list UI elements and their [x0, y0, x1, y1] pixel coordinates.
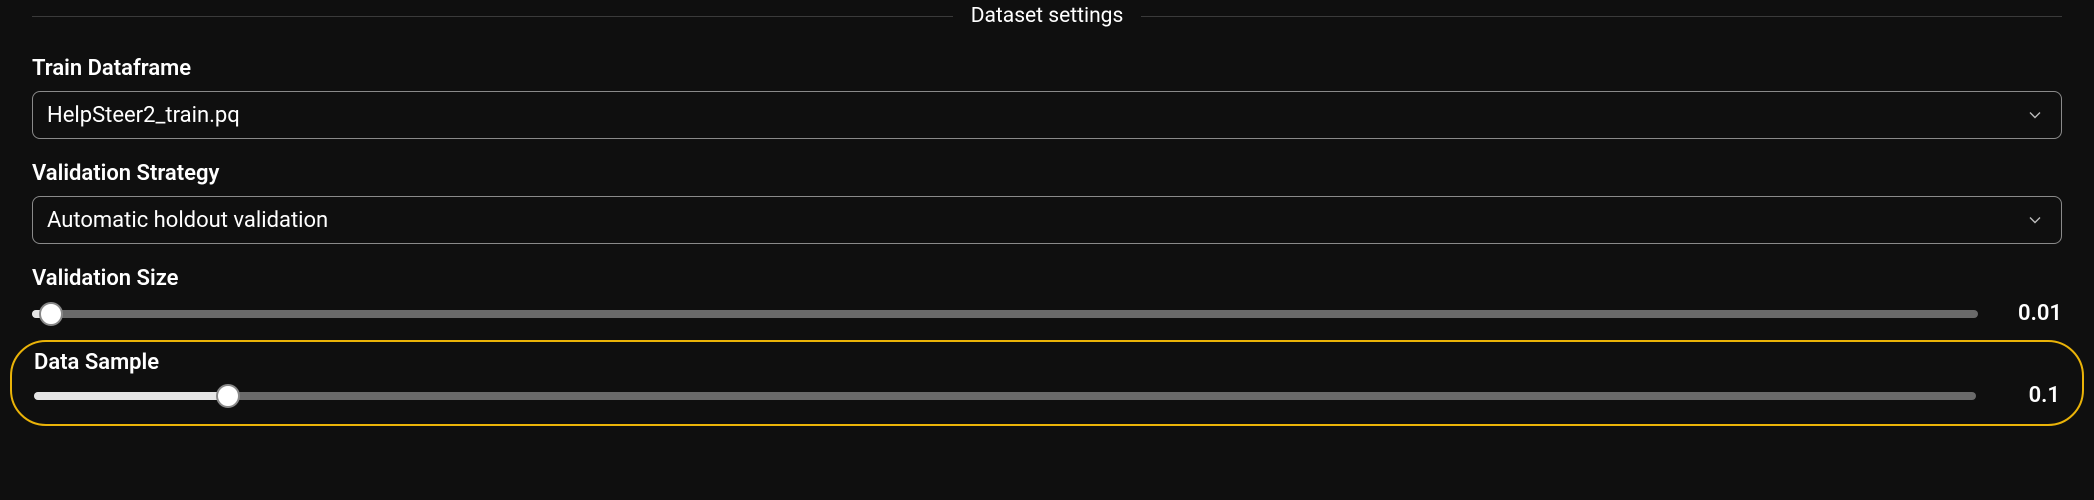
train-dataframe-value: HelpSteer2_train.pq — [47, 103, 240, 128]
data-sample-slider-thumb[interactable] — [216, 384, 240, 408]
data-sample-value: 0.1 — [2004, 383, 2060, 408]
section-title: Dataset settings — [953, 4, 1142, 28]
data-sample-slider-fill — [34, 392, 228, 400]
validation-size-field: Validation Size 0.01 — [32, 266, 2062, 326]
chevron-down-icon — [2025, 210, 2045, 230]
validation-size-row: 0.01 — [32, 301, 2062, 326]
data-sample-row: 0.1 — [34, 383, 2060, 408]
validation-size-slider-thumb[interactable] — [39, 302, 63, 326]
train-dataframe-select[interactable]: HelpSteer2_train.pq — [32, 91, 2062, 139]
train-dataframe-label: Train Dataframe — [32, 56, 2062, 81]
validation-size-value: 0.01 — [2006, 301, 2062, 326]
section-divider: Dataset settings — [32, 2, 2062, 30]
validation-strategy-label: Validation Strategy — [32, 161, 2062, 186]
data-sample-highlight: Data Sample 0.1 — [10, 340, 2084, 426]
validation-size-label: Validation Size — [32, 266, 2062, 291]
train-dataframe-field: Train Dataframe HelpSteer2_train.pq — [32, 56, 2062, 139]
data-sample-field: Data Sample 0.1 — [34, 350, 2060, 408]
chevron-down-icon — [2025, 105, 2045, 125]
validation-strategy-field: Validation Strategy Automatic holdout va… — [32, 161, 2062, 244]
validation-size-slider[interactable] — [32, 310, 1978, 318]
dataset-settings-panel: Dataset settings Train Dataframe HelpSte… — [0, 2, 2094, 446]
validation-strategy-select[interactable]: Automatic holdout validation — [32, 196, 2062, 244]
data-sample-label: Data Sample — [34, 350, 2060, 375]
data-sample-slider[interactable] — [34, 392, 1976, 400]
validation-strategy-value: Automatic holdout validation — [47, 208, 328, 233]
